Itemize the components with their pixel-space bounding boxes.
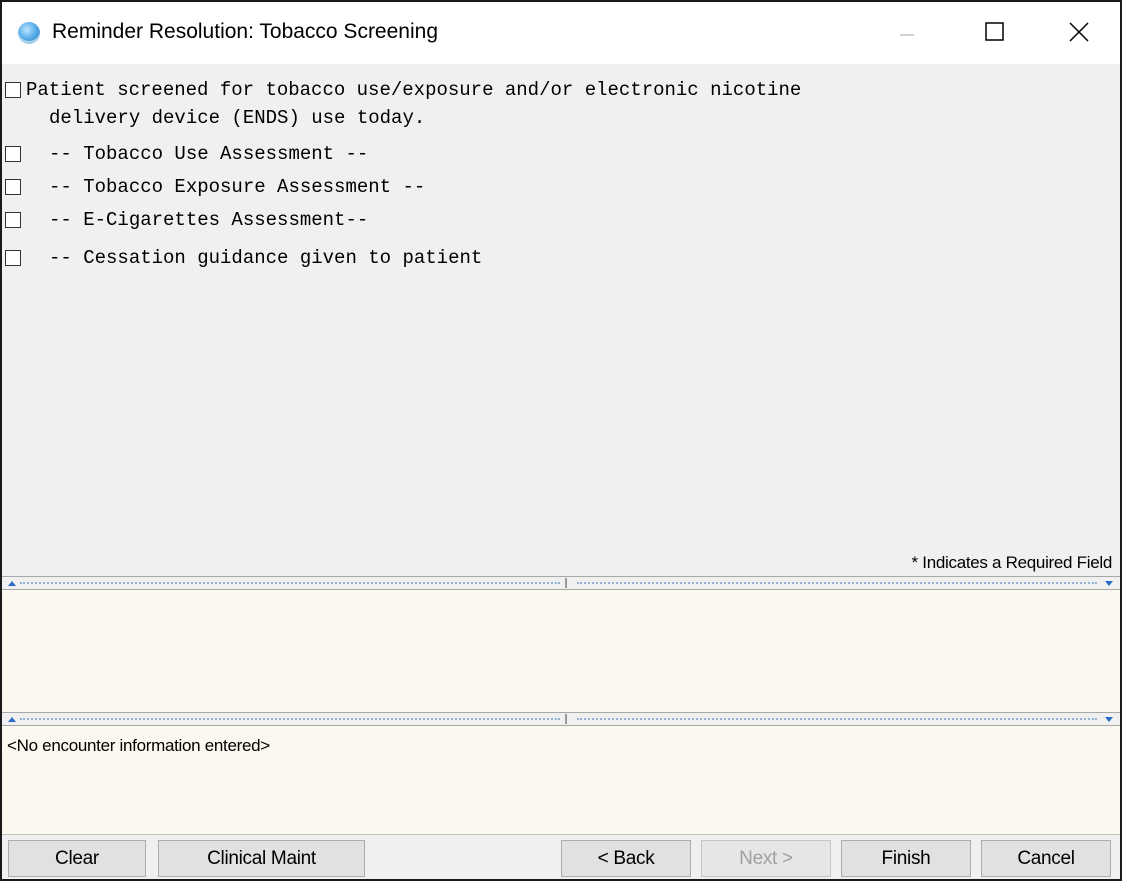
minimize-icon <box>900 34 914 36</box>
progress-note-panel <box>2 590 1120 712</box>
item-label: -- Tobacco Use Assessment -- <box>49 143 369 165</box>
arrow-down-icon <box>1105 717 1113 722</box>
next-button[interactable]: Next > <box>701 840 831 877</box>
list-item-tobacco-use: -- Tobacco Use Assessment -- <box>2 141 1102 169</box>
encounter-text: <No encounter information entered> <box>7 736 270 755</box>
finish-button[interactable]: Finish <box>841 840 971 877</box>
required-field-note: * Indicates a Required Field <box>911 553 1113 572</box>
arrow-up-icon <box>8 581 16 586</box>
item-label-continuation: delivery device (ENDS) use today. <box>49 107 426 129</box>
item-label: -- E-Cigarettes Assessment-- <box>49 209 369 231</box>
arrow-up-icon <box>8 717 16 722</box>
back-button[interactable]: < Back <box>561 840 691 877</box>
splitter-bottom[interactable] <box>2 712 1120 726</box>
clear-button[interactable]: Clear <box>8 840 146 877</box>
close-button[interactable] <box>1032 2 1120 64</box>
list-item-tobacco-exposure: -- Tobacco Exposure Assessment -- <box>2 174 1102 202</box>
checkbox-cessation[interactable] <box>5 250 21 266</box>
minimize-button[interactable] <box>862 2 952 64</box>
reminder-dialog: Reminder Resolution: Tobacco Screening P… <box>0 0 1122 881</box>
arrow-down-icon <box>1105 581 1113 586</box>
checkbox-e-cigarettes[interactable] <box>5 212 21 228</box>
reminder-content: Patient screened for tobacco use/exposur… <box>2 64 1120 572</box>
encounter-panel: <No encounter information entered> <box>2 726 1120 834</box>
close-icon <box>1069 22 1089 42</box>
checkbox-tobacco-use[interactable] <box>5 146 21 162</box>
splitter-top[interactable] <box>2 576 1120 590</box>
list-item-screened: Patient screened for tobacco use/exposur… <box>2 77 1102 133</box>
item-label: -- Cessation guidance given to patient <box>49 247 483 269</box>
title-bar[interactable]: Reminder Resolution: Tobacco Screening <box>2 2 1120 64</box>
checkbox-tobacco-exposure[interactable] <box>5 179 21 195</box>
item-label: -- Tobacco Exposure Assessment -- <box>49 176 426 198</box>
app-icon <box>18 22 40 44</box>
maximize-icon <box>985 22 1004 41</box>
list-item-cessation: -- Cessation guidance given to patient <box>2 245 1102 273</box>
window-title: Reminder Resolution: Tobacco Screening <box>52 20 438 43</box>
button-bar: Clear Clinical Maint < Back Next > Finis… <box>2 834 1120 879</box>
list-item-e-cigarettes: -- E-Cigarettes Assessment-- <box>2 207 1102 235</box>
item-label: Patient screened for tobacco use/exposur… <box>26 79 802 101</box>
clinical-maint-button[interactable]: Clinical Maint <box>158 840 365 877</box>
maximize-button[interactable] <box>948 2 1038 64</box>
checkbox-screened[interactable] <box>5 82 21 98</box>
cancel-button[interactable]: Cancel <box>981 840 1111 877</box>
